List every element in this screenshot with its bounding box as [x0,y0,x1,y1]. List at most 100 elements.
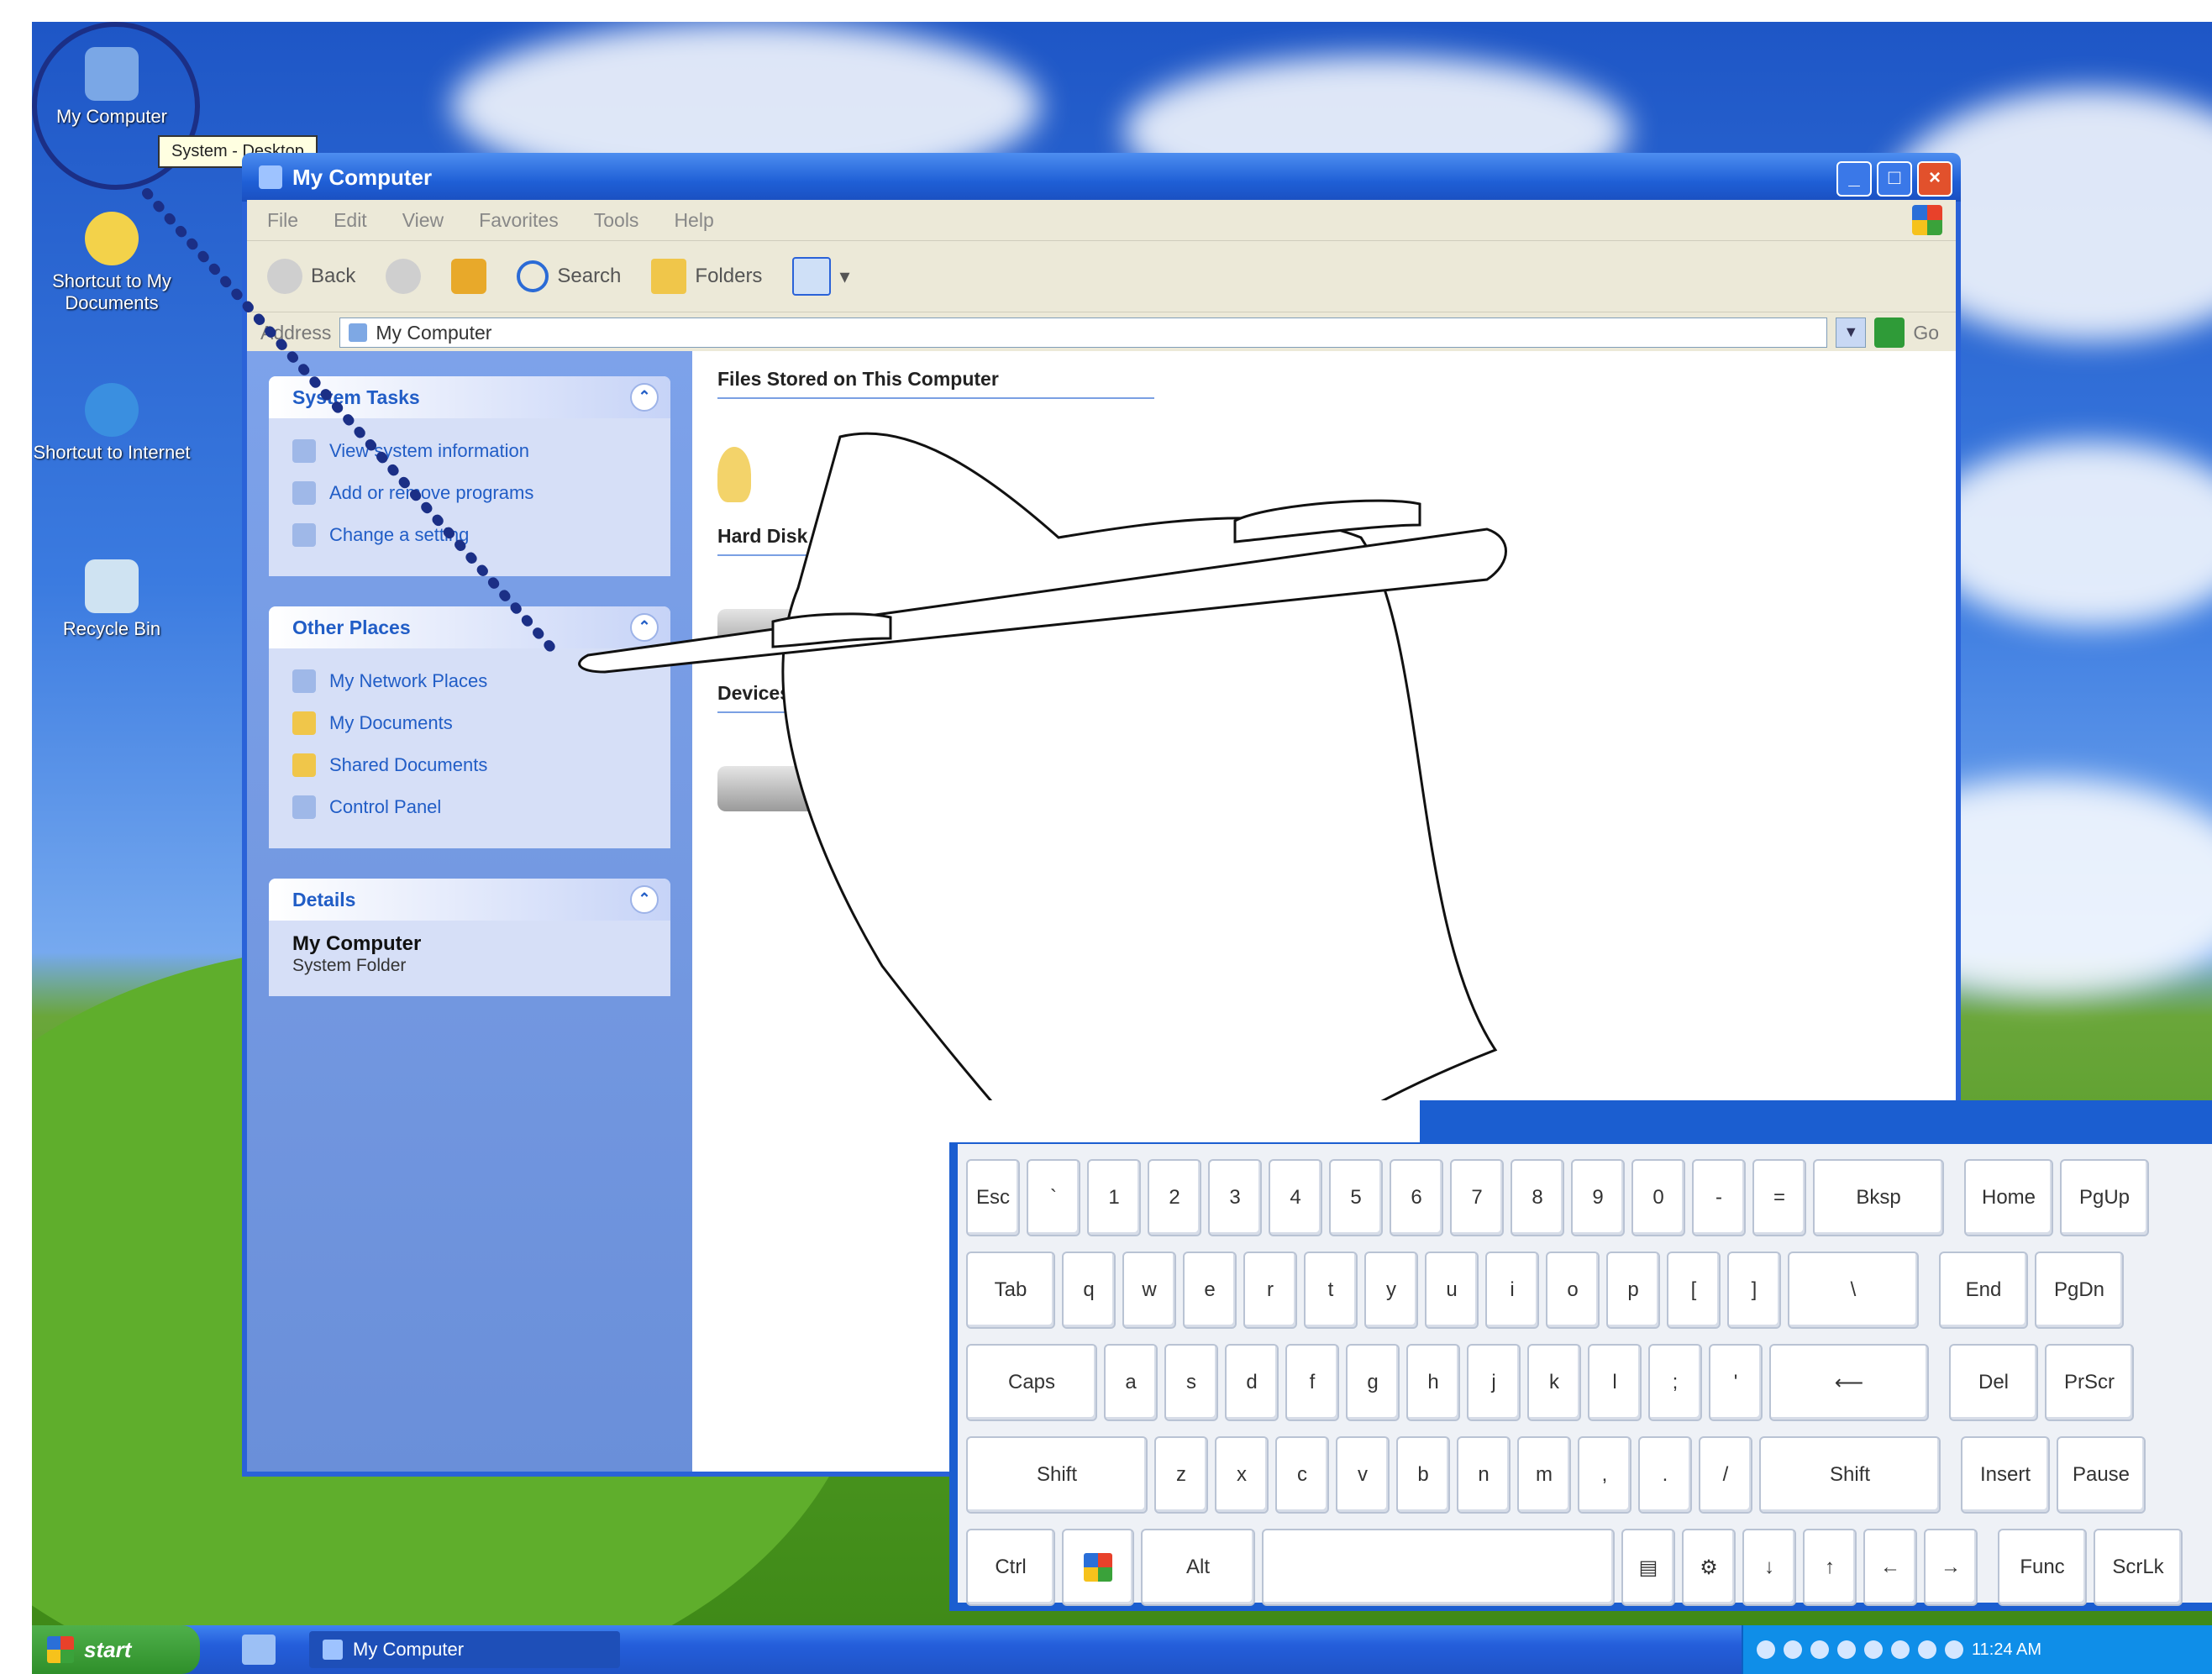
menu-file[interactable]: File [267,209,298,232]
task-view-system-info[interactable]: View system information [292,430,647,472]
key-6[interactable]: 6 [1390,1159,1443,1236]
key-bracket-right[interactable]: ] [1727,1252,1781,1329]
desktop-icon-recycle-bin[interactable]: Recycle Bin [32,559,192,640]
other-places-header[interactable]: Other Places ⌃ [269,606,670,648]
tray-icon[interactable] [1810,1640,1829,1659]
key-caps[interactable]: Caps [966,1344,1097,1421]
title-bar[interactable]: My Computer _ □ × [242,153,1961,202]
key-backslash[interactable]: \ [1788,1252,1919,1329]
address-dropdown-button[interactable]: ▼ [1836,317,1867,348]
key-pgup[interactable]: PgUp [2060,1159,2149,1236]
key-i[interactable]: i [1485,1252,1539,1329]
key-q[interactable]: q [1062,1252,1116,1329]
key-comma[interactable]: , [1578,1436,1631,1514]
place-network[interactable]: My Network Places [292,660,647,702]
maximize-button[interactable]: □ [1877,161,1912,197]
key-f[interactable]: f [1285,1344,1339,1421]
key-home[interactable]: Home [1964,1159,2053,1236]
minimize-button[interactable]: _ [1836,161,1872,197]
local-disk-item[interactable] [717,581,1931,682]
desktop-icon-documents[interactable]: Shortcut to My Documents [32,212,192,314]
key-pgdn[interactable]: PgDn [2035,1252,2124,1329]
collapse-icon[interactable]: ⌃ [630,885,659,914]
key-9[interactable]: 9 [1571,1159,1625,1236]
key-insert[interactable]: Insert [1961,1436,2050,1514]
key-j[interactable]: j [1467,1344,1521,1421]
key-ctrl[interactable]: Ctrl [966,1529,1055,1606]
tray-icon[interactable] [1757,1640,1775,1659]
key-del[interactable]: Del [1949,1344,2038,1421]
key-backtick[interactable]: ` [1027,1159,1080,1236]
key-space[interactable] [1262,1529,1615,1606]
key-arrow-down[interactable]: ↓ [1742,1529,1796,1606]
forward-button[interactable] [386,259,422,294]
key-shift-right[interactable]: Shift [1759,1436,1941,1514]
key-pause[interactable]: Pause [2057,1436,2146,1514]
key-minus[interactable]: - [1692,1159,1746,1236]
clock[interactable]: 11:24 AM [1972,1640,2041,1660]
key-slash[interactable]: / [1699,1436,1752,1514]
key-m[interactable]: m [1517,1436,1571,1514]
key-end[interactable]: End [1939,1252,2028,1329]
show-desktop-icon[interactable] [242,1635,276,1665]
key-x[interactable]: x [1215,1436,1269,1514]
key-e[interactable]: e [1183,1252,1237,1329]
place-my-documents[interactable]: My Documents [292,702,647,744]
key-s[interactable]: s [1164,1344,1218,1421]
collapse-icon[interactable]: ⌃ [630,613,659,642]
key-settings[interactable]: ⚙ [1682,1529,1736,1606]
back-button[interactable]: Back [267,259,355,294]
key-func[interactable]: Func [1998,1529,2087,1606]
key-scrlk[interactable]: ScrLk [2094,1529,2183,1606]
key-d[interactable]: d [1225,1344,1279,1421]
place-shared-documents[interactable]: Shared Documents [292,744,647,786]
tray-icon[interactable] [1784,1640,1802,1659]
details-header[interactable]: Details ⌃ [269,879,670,921]
key-enter[interactable]: ⟵ [1769,1344,1929,1421]
tray-icon[interactable] [1918,1640,1936,1659]
start-button[interactable]: start [32,1625,200,1674]
close-button[interactable]: × [1917,161,1952,197]
key-1[interactable]: 1 [1087,1159,1141,1236]
key-arrow-right[interactable]: → [1924,1529,1978,1606]
key-arrow-left[interactable]: ← [1863,1529,1917,1606]
task-change-setting[interactable]: Change a setting [292,514,647,556]
key-tab[interactable]: Tab [966,1252,1055,1329]
key-v[interactable]: v [1336,1436,1390,1514]
key-5[interactable]: 5 [1329,1159,1383,1236]
address-input[interactable]: My Computer [339,317,1828,348]
menu-favorites[interactable]: Favorites [479,209,559,232]
key-4[interactable]: 4 [1269,1159,1322,1236]
desktop-icon-internet[interactable]: Shortcut to Internet [32,383,192,464]
key-b[interactable]: b [1396,1436,1450,1514]
key-o[interactable]: o [1546,1252,1600,1329]
removable-disk-item[interactable]: Removable Disk [717,738,1931,839]
key-n[interactable]: n [1457,1436,1511,1514]
key-arrow-up[interactable]: ↑ [1803,1529,1857,1606]
task-add-remove-programs[interactable]: Add or remove programs [292,472,647,514]
key-windows[interactable] [1062,1529,1134,1606]
key-k[interactable]: k [1527,1344,1581,1421]
folders-button[interactable]: Folders [651,259,762,294]
menu-help[interactable]: Help [674,209,713,232]
shared-files-item[interactable] [717,424,1931,525]
menu-view[interactable]: View [402,209,444,232]
key-h[interactable]: h [1406,1344,1460,1421]
collapse-icon[interactable]: ⌃ [630,383,659,412]
key-z[interactable]: z [1154,1436,1208,1514]
key-esc[interactable]: Esc [966,1159,1020,1236]
go-arrow-icon[interactable] [1874,317,1905,348]
key-p[interactable]: p [1606,1252,1660,1329]
key-prscr[interactable]: PrScr [2045,1344,2134,1421]
key-3[interactable]: 3 [1208,1159,1262,1236]
key-alt[interactable]: Alt [1141,1529,1255,1606]
place-control-panel[interactable]: Control Panel [292,786,647,828]
key-2[interactable]: 2 [1148,1159,1201,1236]
key-bracket-left[interactable]: [ [1667,1252,1721,1329]
search-button[interactable]: Search [517,260,621,292]
key-quote[interactable]: ' [1709,1344,1763,1421]
taskbar-button-my-computer[interactable]: My Computer [309,1631,620,1668]
key-t[interactable]: t [1304,1252,1358,1329]
up-button[interactable] [451,259,487,294]
key-c[interactable]: c [1275,1436,1329,1514]
